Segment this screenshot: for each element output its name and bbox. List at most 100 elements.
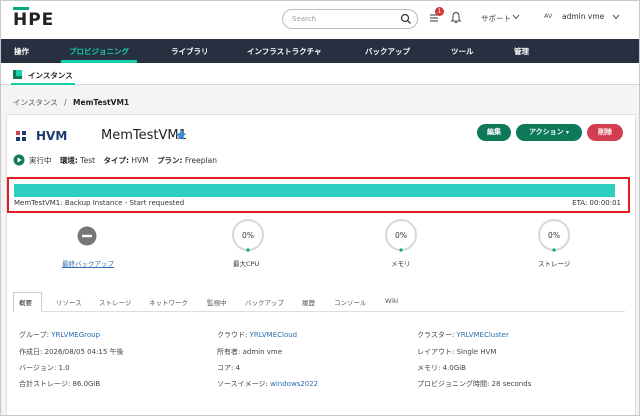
memory-value: 0%	[395, 231, 407, 240]
tab-instances[interactable]: インスタンス	[28, 70, 73, 81]
no-backup-icon	[77, 226, 97, 246]
chevron-down-icon[interactable]	[612, 14, 620, 20]
stat-storage-label: ストレージ	[538, 260, 571, 268]
progress-label: MemTestVM1: Backup Instance - Start requ…	[14, 199, 185, 207]
tab-wiki[interactable]: Wiki	[385, 297, 399, 305]
cpu-value: 0%	[242, 231, 254, 240]
layout-value: Single HVM	[456, 348, 497, 356]
nav-item-infrastructure[interactable]: インフラストラクチャ	[247, 46, 322, 57]
plan-value: Freeplan	[184, 156, 217, 165]
progress-eta: ETA: 00:00:01	[572, 199, 621, 207]
nav-item-provisioning[interactable]: プロビジョニング	[69, 46, 129, 57]
status-row: 実行中 環境: Test タイプ: HVM プラン: Freeplan	[29, 155, 217, 167]
tab-console[interactable]: コンソール	[334, 297, 367, 307]
cores-value: 4	[235, 364, 241, 372]
hvm-logo-icon	[16, 131, 26, 141]
nav-item-tools[interactable]: ツール	[451, 46, 474, 57]
top-header: HPE Search 1 サポート AV admin vme	[1, 1, 639, 39]
breadcrumb-separator: /	[64, 98, 67, 107]
tab-history[interactable]: 履歴	[302, 297, 315, 307]
search-placeholder: Search	[292, 15, 317, 23]
avatar[interactable]: AV	[544, 12, 552, 20]
edit-button[interactable]: 編集	[477, 124, 511, 141]
nav-item-backups[interactable]: バックアップ	[365, 46, 410, 57]
detail-provisioning-time: プロビジョニング時間: 28 seconds	[417, 379, 531, 389]
owner-key: 所有者:	[217, 348, 241, 356]
tabs-divider	[13, 311, 625, 312]
version-value: 1.0	[58, 364, 70, 372]
status-text: 実行中	[29, 156, 52, 165]
hypervisor-label: HVM	[36, 129, 68, 143]
detail-group: グループ: YRLVMEGroup	[19, 330, 100, 340]
group-key: グループ:	[19, 331, 49, 339]
env-key: 環境:	[59, 156, 78, 165]
tab-network[interactable]: ネットワーク	[149, 297, 188, 307]
source-image-key: ソースイメージ:	[217, 380, 268, 388]
star-icon[interactable]	[175, 129, 187, 141]
tab-resources[interactable]: リソース	[56, 297, 82, 307]
actions-dropdown-button[interactable]: アクション ▾	[516, 124, 582, 141]
owner-value: admin vme	[242, 348, 283, 356]
group-link[interactable]: YRLVMEGroup	[51, 331, 100, 339]
breadcrumb-instances[interactable]: インスタンス	[13, 98, 58, 107]
tab-storage[interactable]: ストレージ	[99, 297, 131, 307]
detail-created: 作成日: 2026/08/05 04:15 午後	[19, 347, 124, 357]
detail-source-image: ソースイメージ: windows2022	[217, 379, 318, 389]
last-backup-link[interactable]: 最終バックアップ	[62, 260, 114, 268]
type-key: タイプ:	[103, 156, 129, 165]
provisioning-time-key: プロビジョニング時間:	[417, 380, 490, 388]
detail-version: バージョン: 1.0	[19, 363, 70, 373]
version-key: バージョン:	[19, 364, 57, 372]
nav-item-operations[interactable]: 操作	[14, 46, 29, 57]
created-value: 2026/08/05 04:15 午後	[44, 348, 124, 356]
search-icon[interactable]	[400, 13, 412, 25]
total-storage-key: 合計ストレージ:	[19, 380, 71, 388]
storage-value: 0%	[548, 231, 560, 240]
page-title: MemTestVM1	[101, 128, 187, 143]
progress-bar	[14, 184, 615, 197]
sub-nav: インスタンス	[1, 63, 639, 85]
tab-monitoring[interactable]: 監視中	[207, 297, 227, 307]
detail-cloud: クラウド: YRLVMECloud	[217, 330, 297, 340]
cores-key: コア:	[217, 364, 234, 372]
env-value: Test	[80, 156, 96, 165]
tab-backups[interactable]: バックアップ	[245, 297, 284, 307]
cluster-key: クラスター:	[417, 331, 455, 339]
bell-icon[interactable]	[450, 11, 462, 24]
nav-item-administration[interactable]: 管理	[514, 46, 529, 57]
detail-total-storage: 合計ストレージ: 86.0GiB	[19, 379, 100, 389]
stat-max-cpu-label: 最大CPU	[233, 260, 260, 268]
tasks-badge: 1	[435, 7, 444, 16]
provisioning-time-value: 28 seconds	[491, 380, 532, 388]
created-key: 作成日:	[19, 348, 43, 356]
plan-key: プラン:	[156, 156, 183, 165]
memory-detail-value: 4.0GiB	[442, 364, 466, 372]
search-input[interactable]: Search	[282, 9, 418, 29]
nav-item-library[interactable]: ライブラリ	[171, 46, 209, 57]
type-value: HVM	[131, 156, 149, 165]
cloud-key: クラウド:	[217, 331, 248, 339]
hpe-logo[interactable]: HPE	[13, 10, 54, 30]
tab-overview[interactable]: 概要	[19, 297, 32, 307]
caret-down-icon: ▾	[566, 129, 570, 136]
detail-layout: レイアウト: Single HVM	[417, 347, 496, 357]
cluster-link[interactable]: YRLVMECluster	[456, 331, 508, 339]
layout-key: レイアウト:	[417, 348, 455, 356]
memory-key: メモリ:	[417, 364, 441, 372]
app-window: HPE Search 1 サポート AV admin vme 操作 プロビジョニ…	[0, 0, 640, 416]
stat-last-backup-label[interactable]: 最終バックアップ	[62, 258, 114, 268]
detail-cores: コア: 4	[217, 363, 240, 373]
detail-cluster: クラスター: YRLVMECluster	[417, 330, 509, 340]
chevron-down-icon[interactable]	[512, 14, 520, 20]
instances-icon	[13, 70, 22, 79]
total-storage-value: 86.0GiB	[72, 380, 101, 388]
detail-owner: 所有者: admin vme	[217, 347, 282, 357]
cloud-link[interactable]: YRLVMECloud	[250, 331, 298, 339]
breadcrumb-current: MemTestVM1	[73, 98, 130, 107]
stat-memory-label: メモリ	[391, 260, 411, 268]
support-menu[interactable]: サポート	[481, 13, 511, 24]
user-menu[interactable]: admin vme	[562, 12, 604, 21]
delete-button[interactable]: 削除	[587, 124, 623, 141]
source-image-link[interactable]: windows2022	[270, 380, 318, 388]
running-status-icon	[13, 154, 25, 166]
